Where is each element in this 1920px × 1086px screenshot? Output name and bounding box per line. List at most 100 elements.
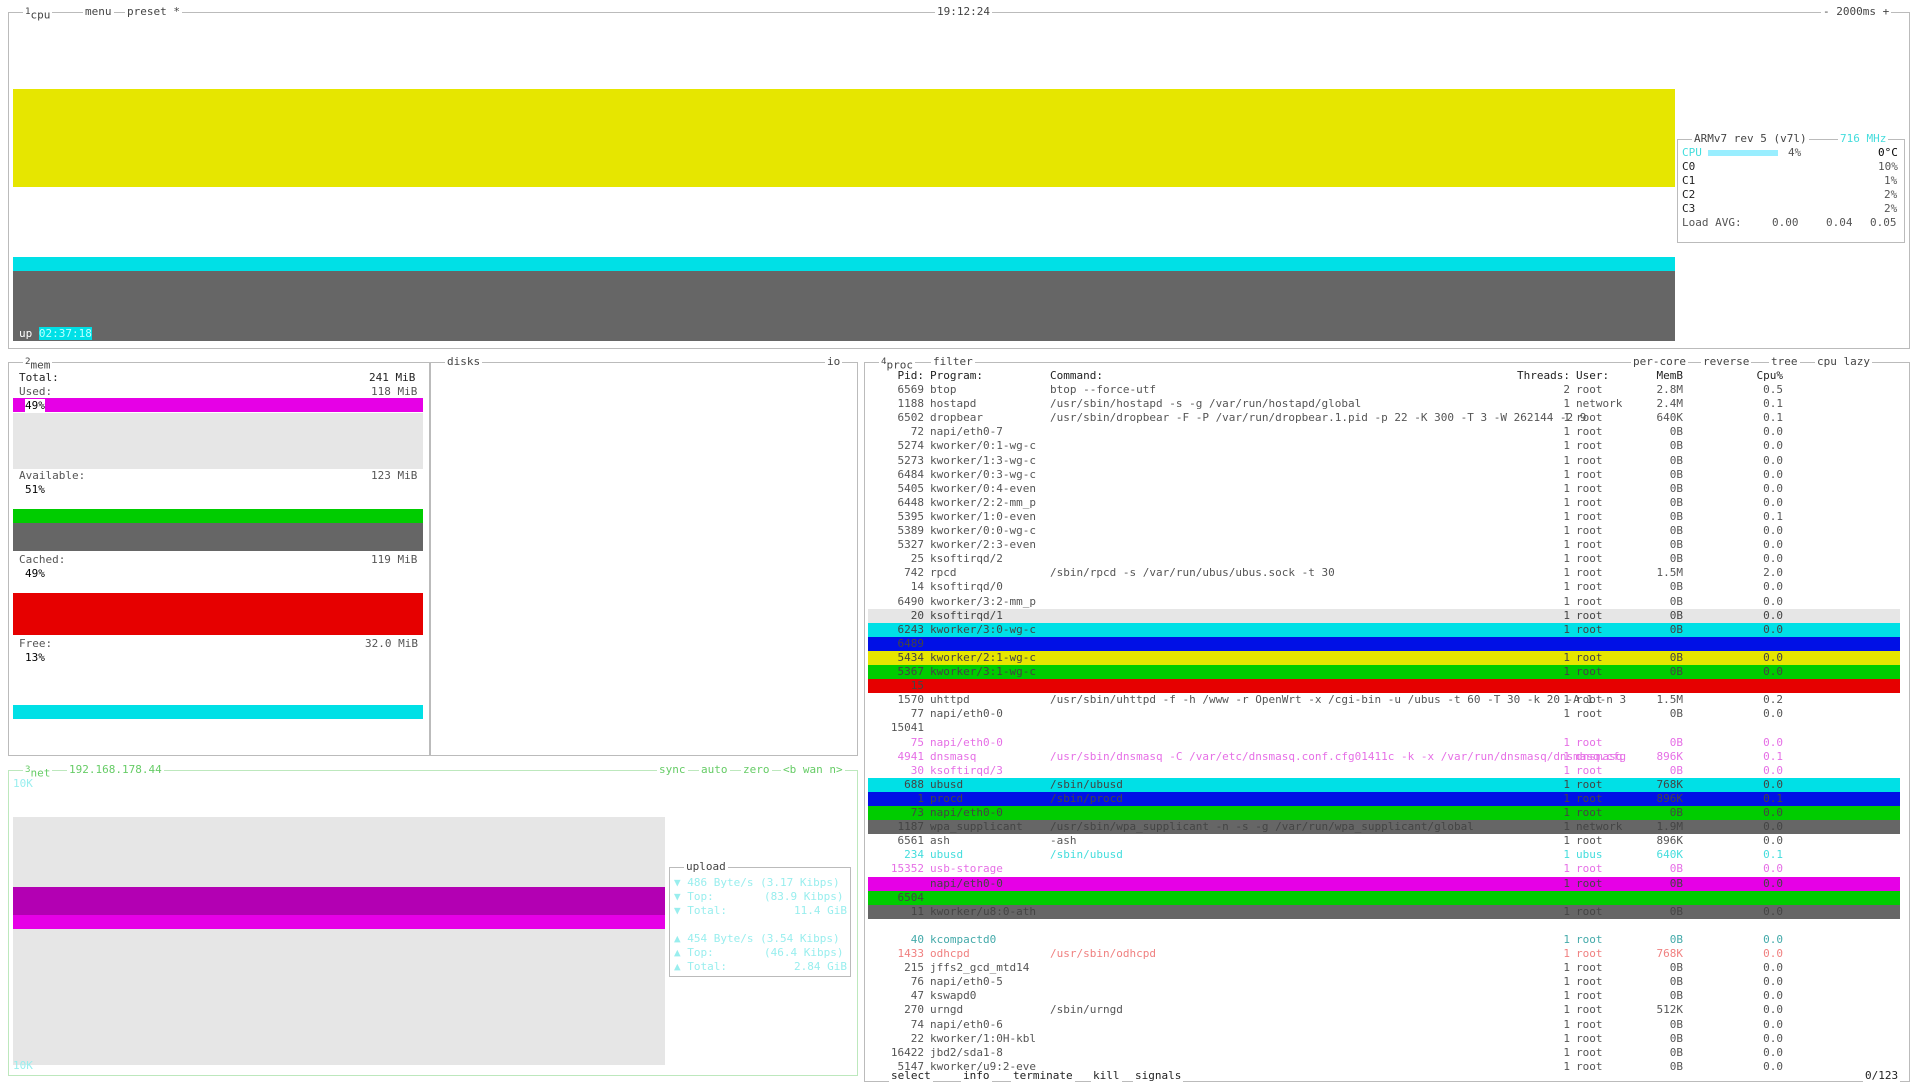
process-row[interactable]: 5327 kworker/2:3-even 1 root 0B 0.0 (868, 538, 1900, 552)
process-row[interactable]: 6502 dropbear/usr/sbin/dropbear -F -P /va… (868, 411, 1900, 425)
process-row[interactable]: 15352 usb-storage 1 root 0B 0.0 (868, 862, 1900, 876)
cpu-box-title[interactable]: 1cpu (23, 5, 53, 23)
io-toggle[interactable]: io (825, 355, 843, 369)
net-sync-button[interactable]: sync (657, 763, 688, 777)
process-pid: 5274 (897, 439, 925, 453)
process-mem: 0B (1669, 524, 1683, 537)
header-user[interactable]: User: (1576, 369, 1609, 383)
process-row[interactable]: 1433 odhcpd/usr/sbin/odhcpd 1 root 768K 0.0 (868, 947, 1900, 961)
process-program: kworker/u8:0-ath (930, 904, 1036, 918)
mem-used-bar (13, 398, 423, 412)
process-row[interactable]: 742 rpcd/sbin/rpcd -s /var/run/ubus/ubus.… (868, 566, 1900, 580)
process-row[interactable]: 73 napi/eth0-0 1 root 0B 0.0 (868, 806, 1900, 820)
process-threads: 1 (1563, 608, 1570, 622)
preset-button[interactable]: preset * (125, 5, 182, 19)
process-program: kcompactd0 (930, 932, 997, 946)
disks-title[interactable]: disks (445, 355, 483, 369)
mem-used-pct: 49% (25, 399, 45, 412)
header-command[interactable]: Command: (1050, 369, 1103, 383)
menu-button[interactable]: menu (83, 5, 114, 19)
process-row[interactable]: 1187 wpa_supplicant/usr/sbin/wpa_supplica… (868, 820, 1900, 835)
process-pid: 1188 (897, 397, 925, 411)
net-iface-select[interactable]: <b wan n> (781, 763, 845, 777)
process-row[interactable]: 5389 kworker/0:0-wg-c 1 root 0B 0.0 (868, 524, 1900, 538)
process-row[interactable]: 47 kswapd0 1 root 0B 0.0 (868, 989, 1900, 1003)
process-row[interactable]: 6484 kworker/0:3-wg-c 1 root 0B 0.0 (868, 468, 1900, 482)
process-row[interactable]: 40 kcompactd0 1 root 0B 0.0 (868, 933, 1900, 947)
process-row[interactable]: 22 kworker/1:0H-kbl 1 root 0B 0.0 (868, 1032, 1900, 1046)
mem-box-title[interactable]: 2mem (23, 355, 53, 373)
process-row[interactable]: 5367 kworker/3:1-wg-c 1 root 0B 0.0 (868, 665, 1900, 679)
process-row[interactable]: 14 ksoftirqd/0 1 root 0B 0.0 (868, 580, 1900, 594)
process-row[interactable]: 75 napi/eth0-0 1 root 0B 0.0 (868, 736, 1900, 750)
process-row[interactable]: 1 procd/sbin/procd 1 root 896K 0.1 (868, 791, 1900, 806)
proc-per-core-toggle[interactable]: per-core (1631, 355, 1688, 369)
process-row[interactable]: 5273 kworker/1:3-wg-c 1 root 0B 0.0 (868, 454, 1900, 468)
process-row[interactable]: 5147 kworker/u9:2-eve 1 root 0B 0.0 (868, 1060, 1900, 1074)
process-row[interactable]: 6448 kworker/2:2-mm_p 1 root 0B 0.0 (868, 496, 1900, 510)
process-row[interactable]: 6569 btop btop --force-utf 2 root 2.8M 0.5 (868, 383, 1900, 397)
process-row[interactable]: 6489 (868, 636, 1900, 651)
process-row[interactable]: 76 napi/eth0-5 1 root 0B 0.0 (868, 975, 1900, 989)
process-pid: 6448 (897, 495, 925, 509)
process-row[interactable]: 25 ksoftirqd/2 1 root 0B 0.0 (868, 552, 1900, 566)
process-threads: 1 (1563, 806, 1570, 819)
process-row[interactable]: 215 jffs2_gcd_mtd14 1 root 0B 0.0 (868, 961, 1900, 975)
process-mem: 640K (1656, 848, 1684, 862)
process-row[interactable]: 6561 ash -ash 1 root 896K 0.0 (868, 834, 1900, 848)
proc-tree-toggle[interactable]: tree (1769, 355, 1800, 369)
net-auto-button[interactable]: auto (699, 763, 730, 777)
process-cpu: 0.0 (1763, 650, 1783, 664)
process-row[interactable] (868, 919, 1900, 933)
mem-free-value: 32.0 MiB (365, 637, 418, 650)
process-mem: 1.5M (1656, 566, 1684, 580)
mem-available-label: Available: (19, 469, 86, 482)
process-row[interactable]: 15041 (868, 721, 1900, 735)
mem-available-graph (13, 523, 423, 551)
process-row[interactable]: 20 ksoftirqd/1 1 root 0B 0.0 (868, 608, 1900, 623)
header-pid[interactable]: Pid: (868, 369, 925, 383)
header-threads[interactable]: Threads: (1510, 369, 1570, 383)
process-row[interactable]: 270 urngd/sbin/urngd 1 root 512K 0.0 (868, 1003, 1900, 1017)
process-row[interactable]: 5274 kworker/0:1-wg-c 1 root 0B 0.0 (868, 439, 1900, 453)
process-cpu: 0.0 (1763, 806, 1783, 819)
process-cpu: 0.1 (1763, 509, 1783, 523)
process-row[interactable]: napi/eth0-0 1 root 0B 0.0 (868, 876, 1900, 891)
process-program: urngd (930, 1003, 964, 1017)
process-cpu: 0.0 (1763, 481, 1783, 495)
process-row[interactable]: 6243 kworker/3:0-wg-c 1 root 0B 0.0 (868, 622, 1900, 637)
process-row[interactable]: 5434 kworker/2:1-wg-c 1 root 0B 0.0 (868, 650, 1900, 665)
process-row[interactable]: 234 ubusd/sbin/ubusd 1 ubus 640K 0.1 (868, 848, 1900, 862)
process-row[interactable]: 72 napi/eth0-7 1 root 0B 0.0 (868, 425, 1900, 439)
process-row[interactable]: 30 ksoftirqd/3 1 root 0B 0.0 (868, 764, 1900, 778)
process-row[interactable]: 4941 dnsmasq/usr/sbin/dnsmasq -C /var/etc… (868, 750, 1900, 764)
header-cpu[interactable]: Cpu% (1748, 369, 1784, 383)
process-row[interactable]: 1570 uhttpd/usr/sbin/uhttpd -f -h /www -r… (868, 693, 1900, 707)
header-mem[interactable]: MemB (1633, 369, 1684, 383)
process-row[interactable]: 1188 hostapd/usr/sbin/hostapd -s -g /var/… (868, 397, 1900, 411)
process-row[interactable]: 11 kworker/u8:0-ath 1 root 0B 0.0 (868, 904, 1900, 919)
net-ip: 192.168.178.44 (67, 763, 164, 777)
process-cpu: 0.0 (1763, 763, 1783, 777)
proc-filter-button[interactable]: filter (931, 355, 975, 369)
update-interval[interactable]: - 2000ms + (1821, 5, 1892, 19)
process-user: root (1576, 495, 1603, 509)
process-program: hostapd (930, 397, 977, 411)
process-row[interactable]: 688 ubusd/sbin/ubusd 1 root 768K 0.0 (868, 777, 1900, 792)
proc-sort-select[interactable]: cpu lazy (1815, 355, 1872, 369)
process-row[interactable]: 5405 kworker/0:4-even 1 root 0B 0.0 (868, 482, 1900, 496)
process-mem: 640K (1656, 411, 1684, 425)
process-program: ash (930, 834, 950, 848)
process-row[interactable]: 6490 kworker/3:2-mm_p 1 root 0B 0.0 (868, 595, 1900, 609)
net-zero-button[interactable]: zero (741, 763, 772, 777)
proc-reverse-toggle[interactable]: reverse (1701, 355, 1752, 369)
process-row[interactable]: 77 napi/eth0-0 1 root 0B 0.0 (868, 707, 1900, 721)
process-user: network (1576, 820, 1623, 834)
header-program[interactable]: Program: (930, 369, 983, 383)
process-row[interactable]: 74 napi/eth0-6 1 root 0B 0.0 (868, 1018, 1900, 1032)
process-row[interactable]: 5395 kworker/1:0-even 1 root 0B 0.1 (868, 510, 1900, 524)
process-row[interactable]: 15 (868, 679, 1900, 694)
process-row[interactable]: 16422 jbd2/sda1-8 1 root 0B 0.0 (868, 1046, 1900, 1060)
process-row[interactable]: 6504 (868, 890, 1900, 905)
process-cpu: 0.0 (1763, 608, 1783, 622)
